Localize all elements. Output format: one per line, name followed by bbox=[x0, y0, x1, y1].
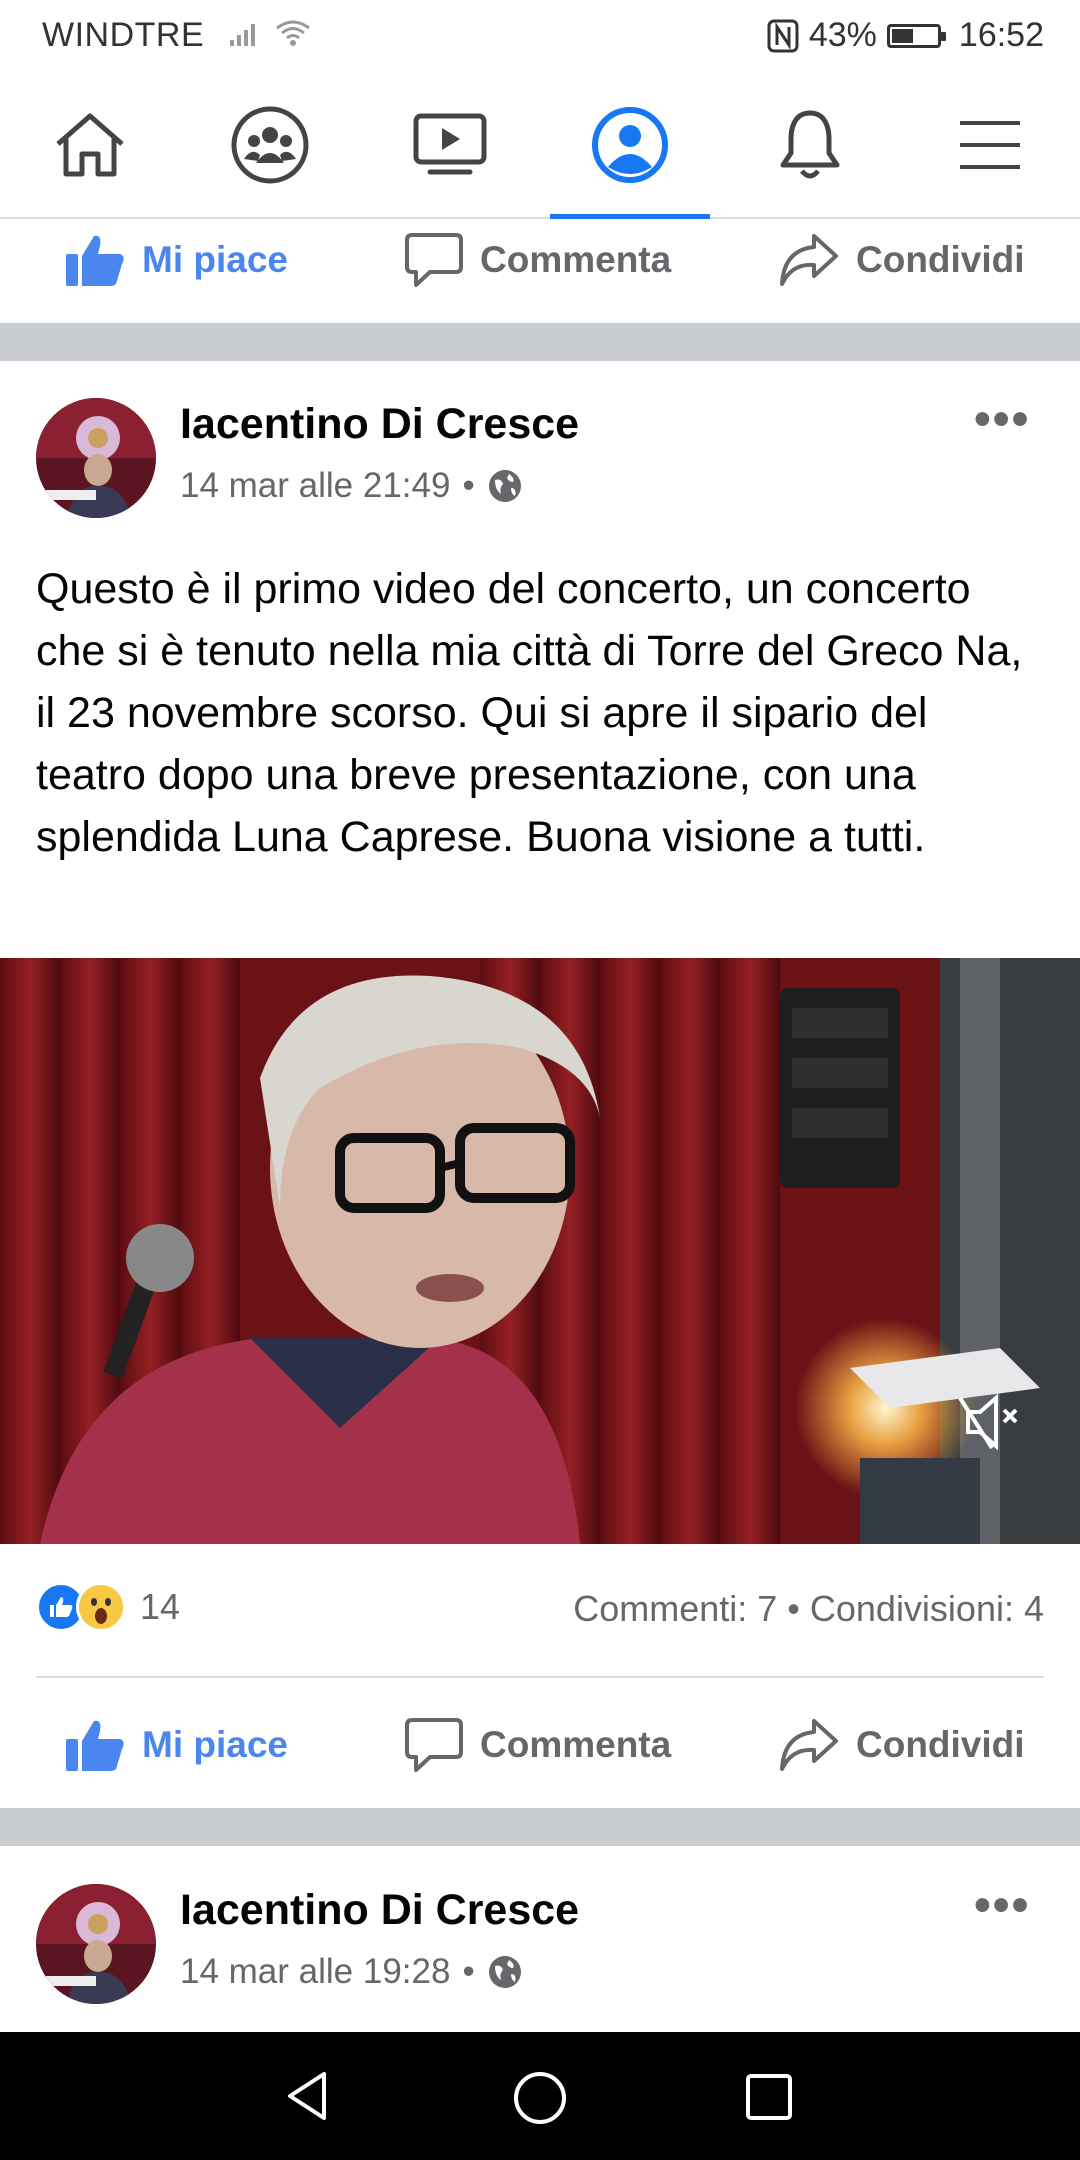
post-actions: Mi piace Commenta Condividi bbox=[0, 1680, 1080, 1810]
home-circle-icon[interactable] bbox=[512, 2070, 568, 2126]
home-icon bbox=[56, 113, 124, 176]
thumbs-up-icon bbox=[66, 235, 124, 286]
share-icon bbox=[780, 234, 838, 286]
like-label: Mi piace bbox=[142, 1724, 288, 1765]
like-button[interactable]: Mi piace bbox=[64, 1717, 288, 1773]
post-options-button[interactable]: ••• bbox=[974, 1878, 1030, 1933]
like-label: Mi piace bbox=[142, 239, 288, 280]
nfc-icon bbox=[767, 19, 799, 52]
signal-icon bbox=[230, 24, 256, 46]
android-navigation-bar bbox=[0, 2032, 1080, 2160]
feed-separator bbox=[0, 1808, 1080, 1846]
share-button[interactable]: Condividi bbox=[778, 232, 1025, 288]
post-author[interactable]: Iacentino Di Cresce bbox=[180, 1886, 579, 1935]
recents-icon[interactable] bbox=[744, 2072, 794, 2122]
bell-icon bbox=[780, 110, 840, 178]
post-options-button[interactable]: ••• bbox=[974, 392, 1030, 447]
post-author[interactable]: Iacentino Di Cresce bbox=[180, 400, 579, 449]
post-meta: 14 mar alle 21:49 • bbox=[180, 466, 523, 506]
comment-button[interactable]: Commenta bbox=[404, 231, 671, 289]
previous-post-actions: Mi piace Commenta Condividi bbox=[0, 195, 1080, 325]
reaction-count: 14 bbox=[140, 1586, 181, 1627]
divider bbox=[36, 1676, 1044, 1678]
author-avatar[interactable] bbox=[36, 1884, 156, 2004]
video-player[interactable] bbox=[0, 958, 1080, 1544]
profile-icon bbox=[592, 106, 668, 183]
status-bar: WINDTRE 43% 16:52 bbox=[0, 0, 1080, 72]
groups-icon bbox=[231, 106, 309, 183]
back-icon[interactable] bbox=[282, 2070, 334, 2122]
carrier-name: WINDTRE bbox=[42, 16, 205, 54]
globe-icon bbox=[488, 1956, 521, 1988]
comment-icon bbox=[405, 233, 463, 287]
comment-icon bbox=[405, 1718, 463, 1772]
battery-percent: 43% bbox=[808, 16, 877, 54]
post-timestamp[interactable]: 14 mar alle 19:28 bbox=[180, 1952, 450, 1992]
comments-shares-count[interactable]: Commenti: 7 • Condivisioni: 4 bbox=[573, 1588, 1044, 1630]
reactions-summary[interactable]: 14 bbox=[36, 1582, 180, 1632]
meta-dot: • bbox=[462, 466, 475, 505]
wifi-icon bbox=[276, 20, 310, 46]
post-meta: 14 mar alle 19:28 • bbox=[180, 1952, 523, 1992]
share-button[interactable]: Condividi bbox=[778, 1717, 1025, 1773]
feed-separator bbox=[0, 323, 1080, 361]
battery-icon bbox=[886, 23, 946, 48]
share-label: Condividi bbox=[856, 239, 1025, 280]
wow-reaction-icon bbox=[76, 1582, 126, 1632]
hamburger-menu-icon bbox=[960, 120, 1020, 169]
comment-button[interactable]: Commenta bbox=[404, 1716, 671, 1774]
meta-dot: • bbox=[462, 1952, 475, 1991]
video-icon bbox=[413, 113, 487, 174]
share-label: Condividi bbox=[856, 1724, 1025, 1765]
comment-label: Commenta bbox=[480, 239, 672, 280]
author-avatar[interactable] bbox=[36, 398, 156, 518]
carrier-signal: WINDTRE bbox=[42, 16, 312, 55]
share-icon bbox=[780, 1719, 838, 1771]
thumbs-up-icon bbox=[66, 1720, 124, 1771]
status-right: 43% 16:52 bbox=[767, 16, 1044, 55]
post-text: Questo è il primo video del concerto, un… bbox=[36, 565, 1023, 861]
globe-icon bbox=[488, 470, 521, 502]
post-timestamp[interactable]: 14 mar alle 21:49 bbox=[180, 466, 450, 506]
like-button[interactable]: Mi piace bbox=[64, 232, 288, 288]
comment-label: Commenta bbox=[480, 1724, 672, 1765]
clock: 16:52 bbox=[958, 16, 1044, 54]
